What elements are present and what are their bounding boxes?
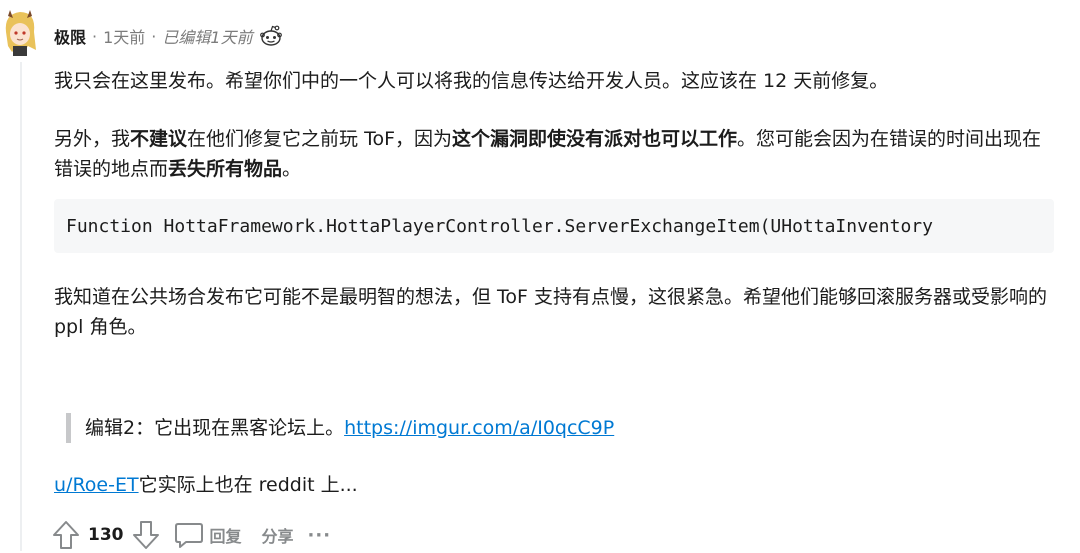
more-options-button[interactable]: ··· <box>308 525 332 546</box>
more-icon: ··· <box>307 524 332 546</box>
comment-paragraph-2: 另外，我不建议在他们修复它之前玩 ToF，因为这个漏洞即使没有派对也可以工作。您… <box>54 124 1054 184</box>
reply-label: 回复 <box>209 527 242 546</box>
share-label: 分享 <box>261 527 294 546</box>
author-name[interactable]: 极限 <box>54 24 86 48</box>
thread-line[interactable] <box>20 62 22 551</box>
code-block[interactable]: Function HottaFramework.HottaPlayerContr… <box>54 199 1054 253</box>
comment-paragraph-4: u/Roe-ET它实际上也在 reddit 上... <box>54 470 1054 500</box>
vote-count: 130 <box>88 525 124 545</box>
share-button[interactable]: 分享 <box>256 523 294 547</box>
avatar[interactable] <box>0 6 42 58</box>
comment-header: 极限 · 1天前 · 已编辑1天前 <box>54 24 283 48</box>
comment-actions: 130 回复 分享 ··· <box>52 517 331 553</box>
user-mention-link[interactable]: u/Roe-ET <box>54 474 139 496</box>
text-segment: 另外，我 <box>54 128 131 150</box>
mention-text: 它实际上也在 reddit 上... <box>138 474 358 496</box>
downvote-icon[interactable] <box>132 520 160 550</box>
text-segment: 。 <box>282 158 302 180</box>
comment-paragraph-3: 我知道在公共场合发布它可能不是最明智的想法，但 ToF 支持有点慢，这很紧急。希… <box>54 286 1048 338</box>
edited-label: 已编辑1天前 <box>162 28 253 47</box>
quote-text: 编辑2：它出现在黑客论坛上。 <box>85 417 345 439</box>
separator: · <box>151 26 157 46</box>
bold-text: 不建议 <box>130 128 188 150</box>
upvote-icon[interactable] <box>52 520 80 550</box>
comment-bubble-icon <box>174 521 204 549</box>
text-segment: 在他们修复它之前玩 ToF，因为 <box>187 128 453 150</box>
bold-text: 这个漏洞即使没有派对也可以工作 <box>452 128 738 150</box>
separator: · <box>92 26 98 46</box>
code-text: Function HottaFramework.HottaPlayerContr… <box>66 215 933 237</box>
comment-paragraph-1: 我只会在这里发布。希望你们中的一个人可以将我的信息传达给开发人员。这应该在 12… <box>54 70 889 92</box>
imgur-link[interactable]: https://imgur.com/a/I0qcC9P <box>344 417 614 439</box>
blockquote: 编辑2：它出现在黑客论坛上。https://imgur.com/a/I0qcC9… <box>66 413 614 443</box>
snoo-badge-icon <box>259 24 283 48</box>
comment-time[interactable]: 1天前 <box>103 24 145 48</box>
reply-button[interactable]: 回复 <box>174 521 242 549</box>
bold-text: 丢失所有物品 <box>168 158 283 180</box>
